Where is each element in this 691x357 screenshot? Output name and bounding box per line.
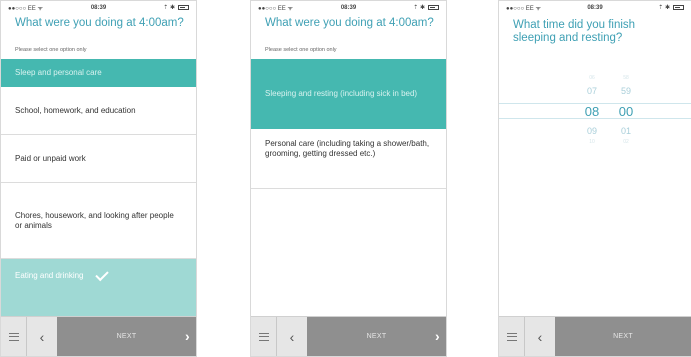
hamburger-icon [8, 332, 19, 341]
option-school-education[interactable]: School, homework, and education [1, 87, 196, 135]
phone-screen-activity-detail: ●●○○○ EE ᯤ 08:39 ⇡ ✱ What were you doing… [250, 0, 447, 357]
location-bluetooth-icons: ⇡ ✱ [413, 5, 425, 11]
status-icons: ⇡ ✱ [625, 4, 684, 11]
checkmark-icon [95, 267, 109, 282]
clock: 08:39 [587, 4, 603, 11]
option-label: Sleep and personal care [15, 68, 102, 77]
hamburger-icon [258, 332, 269, 341]
option-label: School, homework, and education [15, 105, 136, 115]
option-sleeping-resting[interactable]: Sleeping and resting (including sick in … [251, 59, 446, 129]
picker-minute[interactable]: 59 [611, 86, 641, 96]
option-personal-care[interactable]: Personal care (including taking a shower… [251, 129, 446, 189]
location-bluetooth-icons: ⇡ ✱ [658, 5, 670, 11]
phone-screen-time-picker: ●●○○○ EE ᯤ 08:39 ⇡ ✱ What time did you f… [498, 0, 691, 357]
battery-icon [177, 5, 189, 10]
picker-hour-selected[interactable]: 08 [577, 104, 607, 119]
phone-screen-activity-category: ●●○○○ EE ᯤ 08:39 ⇡ ✱ What were you doing… [0, 0, 197, 357]
picker-hour[interactable]: 07 [577, 86, 607, 96]
next-label: NEXT [366, 333, 387, 340]
picker-hour[interactable]: 06 [577, 75, 607, 81]
picker-hour[interactable]: 10 [577, 139, 607, 145]
option-label: Personal care (including taking a shower… [265, 139, 430, 158]
chevron-right-icon: › [435, 328, 440, 344]
carrier-label: ●●○○○ EE ᯤ [506, 5, 541, 12]
chevron-left-icon: ‹ [39, 328, 45, 345]
option-sleep-personal-care[interactable]: Sleep and personal care [1, 59, 196, 87]
next-label: NEXT [613, 333, 633, 340]
location-bluetooth-icons: ⇡ ✱ [163, 5, 175, 11]
carrier-label: ●●○○○ EE ᯤ [8, 5, 43, 12]
question-title: What were you doing at 4:00am? [15, 17, 184, 29]
question-title: What were you doing at 4:00am? [265, 17, 434, 29]
chevron-left-icon: ‹ [289, 328, 295, 345]
status-bar: ●●○○○ EE ᯤ 08:39 ⇡ ✱ [499, 1, 691, 14]
next-button[interactable]: NEXT [555, 317, 691, 356]
option-label: Chores, housework, and looking after peo… [15, 210, 174, 230]
option-eating-drinking[interactable]: Eating and drinking [1, 259, 196, 318]
clock: 08:39 [340, 4, 357, 11]
back-button[interactable]: ‹ [27, 317, 57, 356]
option-work[interactable]: Paid or unpaid work [1, 135, 196, 183]
carrier-label: ●●○○○ EE ᯤ [258, 5, 293, 12]
next-label: NEXT [116, 333, 137, 340]
picker-minute-selected[interactable]: 00 [611, 104, 641, 119]
bottom-nav: ‹ NEXT › [1, 316, 196, 356]
option-chores-housework[interactable]: Chores, housework, and looking after peo… [1, 183, 196, 259]
hamburger-icon [506, 332, 517, 341]
time-picker[interactable]: 06 58 07 59 08 00 09 01 10 02 [499, 71, 691, 145]
option-label: Paid or unpaid work [15, 153, 86, 163]
instruction-text: Please select one option only [265, 47, 337, 53]
clock: 08:39 [90, 4, 107, 11]
menu-button[interactable] [1, 317, 27, 356]
picker-minute[interactable]: 02 [611, 139, 641, 145]
next-button[interactable]: NEXT › [57, 317, 196, 356]
next-button[interactable]: NEXT › [307, 317, 446, 356]
option-label: Eating and drinking [15, 271, 84, 280]
chevron-right-icon: › [185, 328, 190, 344]
back-button[interactable]: ‹ [525, 317, 555, 356]
menu-button[interactable] [251, 317, 277, 356]
picker-minute[interactable]: 58 [611, 75, 641, 81]
bottom-nav: ‹ NEXT › [251, 316, 446, 356]
chevron-left-icon: ‹ [537, 328, 543, 345]
status-icons: ⇡ ✱ [129, 4, 189, 11]
status-bar: ●●○○○ EE ᯤ 08:39 ⇡ ✱ [1, 1, 196, 14]
question-title: What time did you finish sleeping and re… [513, 19, 636, 44]
back-button[interactable]: ‹ [277, 317, 307, 356]
bottom-nav: ‹ NEXT [499, 316, 691, 356]
option-label: Sleeping and resting (including sick in … [265, 89, 418, 98]
status-icons: ⇡ ✱ [379, 4, 439, 11]
menu-button[interactable] [499, 317, 525, 356]
status-bar: ●●○○○ EE ᯤ 08:39 ⇡ ✱ [251, 1, 446, 14]
battery-icon [427, 5, 439, 10]
instruction-text: Please select one option only [15, 47, 87, 53]
battery-icon [672, 5, 684, 10]
